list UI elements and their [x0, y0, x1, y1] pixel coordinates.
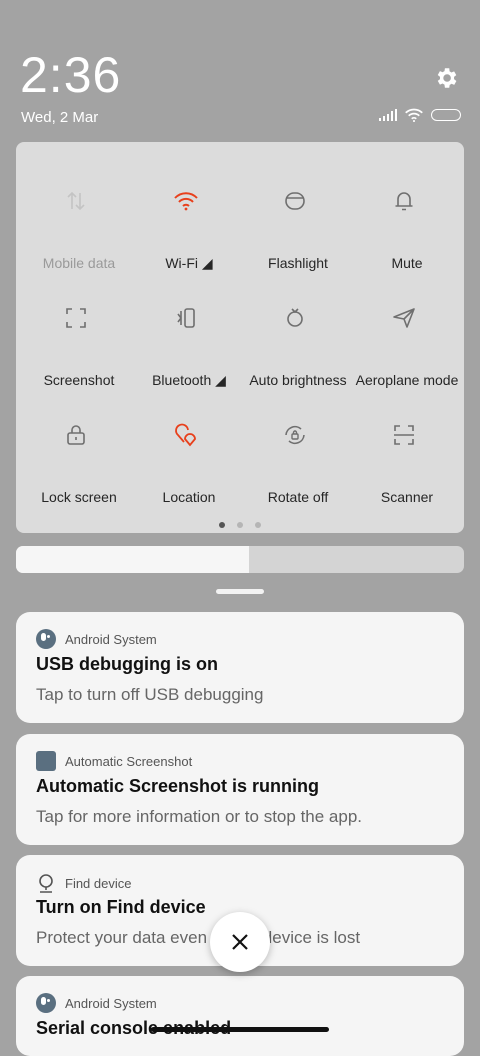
- tile-label: Bluetooth ◢: [152, 372, 226, 388]
- find-device-icon: [39, 874, 53, 893]
- lock-icon: [67, 425, 85, 445]
- clear-all-button[interactable]: [210, 912, 270, 972]
- date-label: Wed, 2 Mar: [21, 109, 99, 126]
- tile-bluetooth[interactable]: Bluetooth ◢: [131, 274, 241, 388]
- notification-body: Tap to turn off USB debugging: [36, 685, 264, 704]
- tile-label: Location: [162, 489, 216, 505]
- notification-app-name: Find device: [65, 875, 132, 891]
- notification-app-name: Automatic Screenshot: [65, 753, 193, 769]
- battery-icon: [431, 109, 461, 121]
- tile-label: Screenshot: [43, 372, 115, 388]
- tile-mute[interactable]: Mute: [349, 157, 459, 271]
- brightness-slider[interactable]: [16, 546, 464, 573]
- bluetooth-icon: [177, 308, 195, 328]
- tile-label: Flashlight: [268, 255, 328, 271]
- clock-time: 2:36: [20, 47, 122, 103]
- tile-lock-screen[interactable]: Lock screen: [21, 391, 131, 505]
- gear-icon[interactable]: [433, 65, 459, 91]
- tile-mobile-data[interactable]: Mobile data: [21, 157, 131, 271]
- screenshot-icon: [66, 308, 86, 328]
- mobile-data-icon: [67, 191, 85, 211]
- bell-icon: [395, 192, 413, 211]
- notification-app: Find device: [36, 872, 131, 894]
- notification-body: Protect your data even if your device is…: [36, 928, 361, 947]
- notification-app-name: Android System: [65, 631, 157, 647]
- notification-app: Automatic Screenshot: [36, 751, 192, 771]
- brightness-fill: [16, 546, 249, 573]
- tile-label: Mobile data: [42, 255, 116, 271]
- tile-rotate-off[interactable]: Rotate off: [240, 391, 350, 505]
- gesture-navigation-bar[interactable]: [151, 1027, 329, 1032]
- wifi-icon: [174, 192, 198, 211]
- close-icon: [232, 934, 248, 950]
- drag-handle[interactable]: [216, 589, 264, 594]
- tile-label: Aeroplane mode: [355, 372, 459, 388]
- status-icons: [379, 108, 461, 122]
- tile-screenshot[interactable]: Screenshot: [21, 274, 131, 388]
- aeroplane-icon: [393, 308, 415, 328]
- notification-title: Automatic Screenshot is running: [36, 776, 320, 796]
- tile-label: Rotate off: [267, 489, 329, 505]
- tile-label: Mute: [391, 255, 423, 271]
- notification-title: USB debugging is on: [36, 654, 218, 674]
- tile-location[interactable]: Location: [131, 391, 241, 505]
- notification-card[interactable]: Android System USB debugging is on Tap t…: [16, 612, 464, 723]
- scanner-icon: [394, 425, 414, 445]
- notification-app: Android System: [36, 629, 157, 649]
- android-system-icon: [36, 993, 56, 1013]
- tile-auto-brightness[interactable]: Auto brightness: [240, 274, 350, 388]
- page-dot: [237, 522, 243, 528]
- notification-title: Turn on Find device: [36, 897, 206, 917]
- tile-flashlight[interactable]: Flashlight: [240, 157, 350, 271]
- tile-label: Auto brightness: [249, 372, 347, 388]
- page-dot: [219, 522, 225, 528]
- notification-app: Android System: [36, 993, 157, 1013]
- quick-settings-panel: Mobile data Wi-Fi ◢ Flashlight Mute Scre…: [16, 142, 464, 533]
- android-system-icon: [36, 629, 56, 649]
- tile-aeroplane-mode[interactable]: Aeroplane mode: [349, 274, 459, 388]
- notification-card[interactable]: Automatic Screenshot Automatic Screensho…: [16, 734, 464, 845]
- tile-label: Wi-Fi ◢: [165, 255, 213, 271]
- wifi-icon: [405, 108, 423, 122]
- rotate-lock-icon: [285, 425, 305, 445]
- signal-icon: [379, 109, 397, 121]
- location-icon: [175, 423, 196, 447]
- tile-label: Scanner: [380, 489, 434, 505]
- tile-scanner[interactable]: Scanner: [349, 391, 459, 505]
- automatic-screenshot-icon: [36, 751, 56, 771]
- tile-label: Lock screen: [41, 489, 117, 505]
- flashlight-icon: [285, 192, 305, 210]
- notification-body: Tap for more information or to stop the …: [36, 807, 363, 826]
- tile-wifi[interactable]: Wi-Fi ◢: [131, 157, 241, 271]
- auto-brightness-icon: [287, 308, 303, 327]
- notification-card[interactable]: Android System Serial console enabled: [16, 976, 464, 1056]
- page-dot: [255, 522, 261, 528]
- notification-app-name: Android System: [65, 995, 157, 1011]
- page-indicator: [16, 522, 464, 528]
